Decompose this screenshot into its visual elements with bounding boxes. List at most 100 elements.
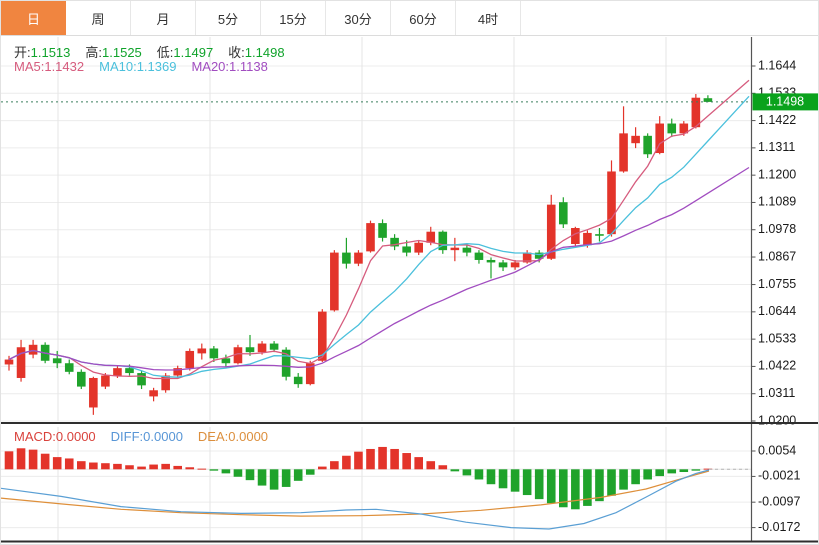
price-axis-label: 1.0533 (758, 331, 796, 345)
candle-body (294, 377, 303, 384)
candle-body (149, 390, 158, 396)
candle-body (643, 136, 652, 154)
candle-body (161, 376, 170, 391)
candle-body (5, 360, 14, 365)
macd-axis-label: -0.0097 (758, 494, 800, 508)
last-price-badge-value: 1.1498 (766, 95, 804, 109)
macd-histogram-bar (342, 456, 351, 470)
candle-body (607, 171, 616, 234)
candle-body (137, 373, 146, 385)
ma-label: MA20: (191, 59, 229, 74)
macd-histogram-bar (77, 461, 86, 469)
candle-body (451, 248, 460, 250)
macd-value: 0.0000 (143, 429, 183, 444)
macd-histogram-bar (294, 469, 303, 481)
tab-4时[interactable]: 4时 (456, 1, 521, 35)
price-axis-label: 1.1644 (758, 58, 796, 72)
macd-histogram-bar (402, 453, 411, 469)
ohlc-label: 高: (85, 45, 102, 60)
ohlc-label: 收: (228, 45, 245, 60)
macd-histogram-bar (113, 464, 122, 469)
candle-body (499, 262, 508, 267)
ohlc-item: 收:1.1498 (228, 45, 284, 60)
tab-5分[interactable]: 5分 (196, 1, 261, 35)
candle-body (125, 368, 134, 373)
candle-body (511, 262, 520, 267)
macd-histogram-bar (487, 469, 496, 484)
macd-axis-label: -0.0021 (758, 469, 800, 483)
macd-histogram-bar (511, 469, 520, 491)
macd-histogram-bar (619, 469, 628, 489)
macd-axis-label: 0.0054 (758, 443, 796, 457)
tab-30分[interactable]: 30分 (326, 1, 391, 35)
macd-histogram-bar (366, 449, 375, 469)
candle-body (113, 368, 122, 375)
macd-label: DEA: (198, 429, 228, 444)
candle-body (366, 223, 375, 251)
candle-body (29, 345, 38, 355)
price-axis-label: 1.0755 (758, 277, 796, 291)
macd-histogram-bar (198, 469, 207, 470)
price-axis-label: 1.0978 (758, 222, 796, 236)
macd-label: DIFF: (111, 429, 144, 444)
macd-histogram-bar (607, 469, 616, 495)
macd-histogram-bar (318, 467, 327, 470)
macd-histogram-bar (535, 469, 544, 499)
candle-body (270, 344, 279, 350)
macd-histogram-bar (378, 447, 387, 469)
candle-body (101, 376, 110, 387)
pane-separator (1, 422, 819, 424)
price-axis-label: 1.1311 (758, 140, 795, 154)
candle-body (185, 351, 194, 368)
tab-月[interactable]: 月 (131, 1, 196, 35)
macd-histogram-bar (330, 461, 339, 469)
macd-axis-label: -0.0172 (758, 520, 800, 534)
macd-histogram-bar (173, 466, 182, 469)
macd-histogram-bar (258, 469, 267, 485)
ohlc-value: 1.1513 (31, 45, 71, 60)
macd-histogram-bar (185, 467, 194, 469)
macd-histogram-bar (463, 469, 472, 475)
ma-item: MA10:1.1369 (99, 59, 176, 74)
tab-周[interactable]: 周 (66, 1, 131, 35)
price-axis-label: 1.0422 (758, 359, 796, 373)
ohlc-label: 低: (157, 45, 174, 60)
macd-histogram-bar (53, 457, 62, 469)
candle-body (619, 133, 628, 171)
macd-histogram-bar (137, 467, 146, 470)
macd-histogram-bar (523, 469, 532, 495)
candle-body (704, 98, 713, 102)
price-macd-chart[interactable]: 1.16441.15331.14221.13111.12001.10891.09… (1, 1, 819, 545)
macd-histogram-bar (655, 469, 664, 476)
bottom-border (1, 541, 819, 543)
macd-histogram-bar (439, 465, 448, 469)
candle-body (342, 253, 351, 264)
macd-histogram-bar (547, 469, 556, 503)
macd-histogram-bar (643, 469, 652, 479)
candle-body (559, 202, 568, 224)
tab-60分[interactable]: 60分 (391, 1, 456, 35)
candle-body (198, 348, 207, 353)
tab-15分[interactable]: 15分 (261, 1, 326, 35)
ohlc-item: 高:1.1525 (85, 45, 141, 60)
macd-histogram-bar (631, 469, 640, 484)
macd-histogram-bar (426, 461, 435, 469)
tab-日[interactable]: 日 (1, 1, 66, 35)
candle-body (378, 223, 387, 238)
candle-body (475, 253, 484, 260)
macd-histogram-bar (17, 448, 26, 469)
candle-body (77, 372, 86, 387)
macd-histogram-bar (692, 469, 701, 470)
macd-item: DEA:0.0000 (198, 429, 268, 444)
ma-legend: MA5:1.1432MA10:1.1369MA20:1.1138 (14, 59, 283, 74)
candle-body (330, 253, 339, 311)
macd-legend: MACD:0.0000DIFF:0.0000DEA:0.0000 (14, 429, 283, 444)
ma-value: 1.1432 (44, 59, 84, 74)
macd-histogram-bar (234, 469, 243, 476)
ohlc-value: 1.1497 (173, 45, 213, 60)
ma-value: 1.1369 (137, 59, 177, 74)
macd-histogram-bar (499, 469, 508, 488)
macd-histogram-bar (29, 450, 38, 470)
ma-value: 1.1138 (229, 59, 268, 74)
candle-body (414, 243, 423, 253)
